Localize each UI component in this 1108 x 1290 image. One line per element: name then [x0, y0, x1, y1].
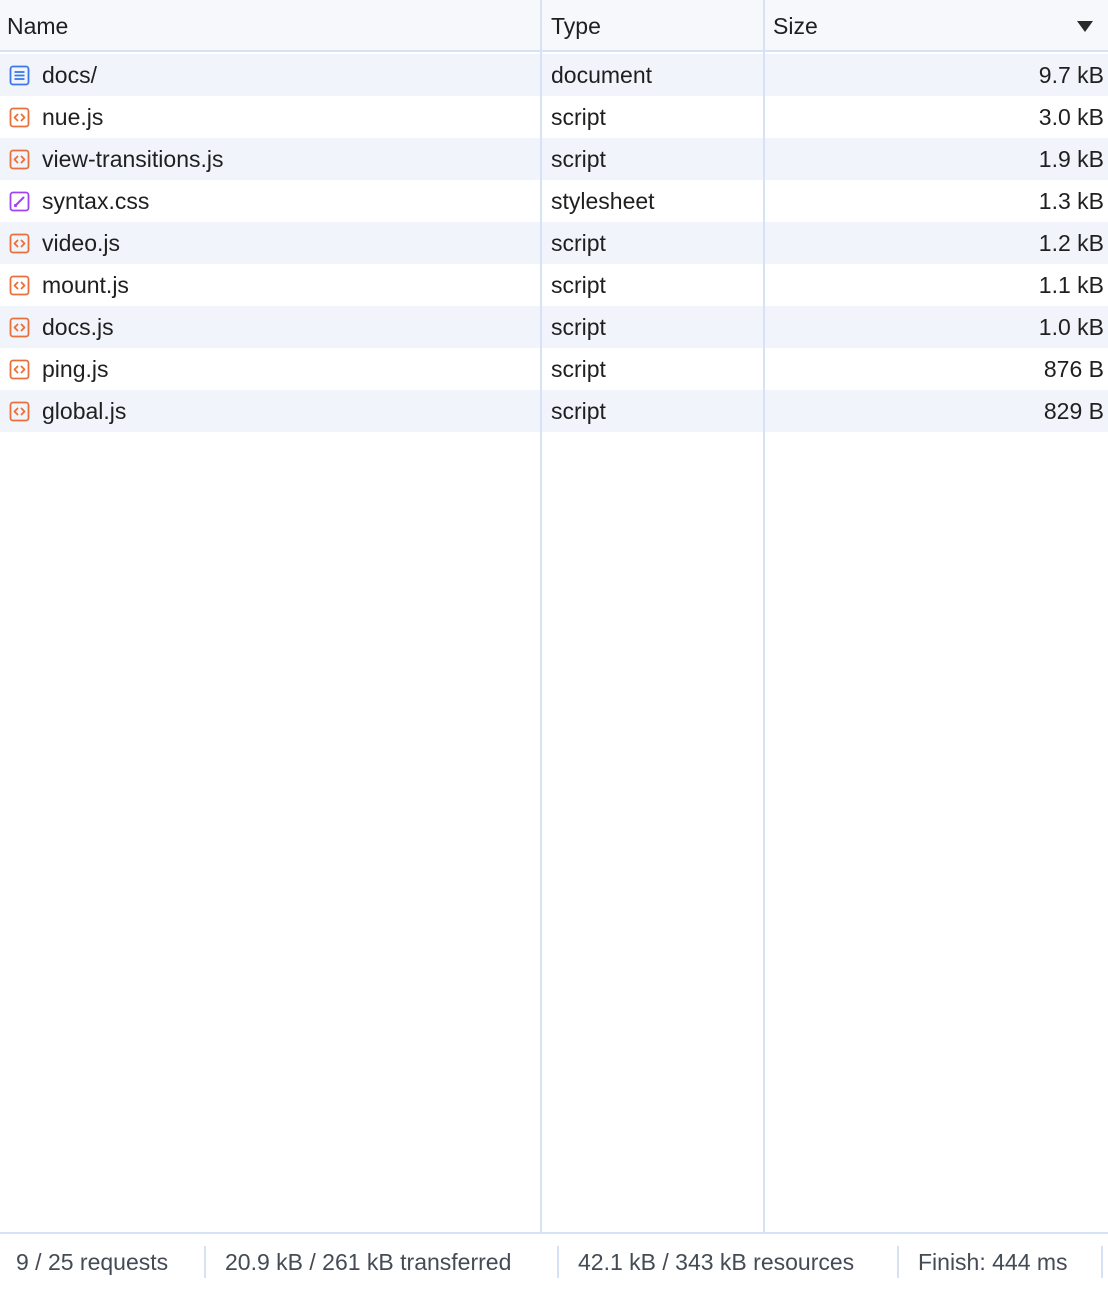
request-type: script: [551, 314, 606, 340]
request-size: 876 B: [1043, 356, 1104, 382]
request-name: nue.js: [42, 104, 104, 130]
document-icon: [9, 65, 30, 86]
stylesheet-icon: [9, 191, 30, 212]
request-name: view-transitions.js: [42, 146, 224, 172]
summary-separator: [557, 1246, 559, 1278]
summary-separator: [1101, 1246, 1103, 1278]
request-row[interactable]: docs/document 9.7 kB: [0, 54, 1108, 96]
request-name: docs/: [42, 62, 97, 88]
table-header: Name Type Size: [0, 0, 1108, 52]
network-panel: Name Type Size docs/document 9.7 kB nue.js…: [0, 0, 1108, 1290]
summary-separator: [204, 1246, 206, 1278]
request-row[interactable]: syntax.css stylesheet 1.3 kB: [0, 180, 1108, 222]
request-size: 829 B: [1043, 398, 1104, 424]
request-size: 1.1 kB: [1038, 272, 1104, 298]
request-row[interactable]: nue.js script 3.0 kB: [0, 96, 1108, 138]
column-header-type[interactable]: Type: [551, 0, 761, 50]
summary-requests: 9 / 25 requests: [16, 1249, 169, 1275]
request-name: mount.js: [42, 272, 129, 298]
column-header-type-label: Type: [551, 13, 601, 39]
request-row[interactable]: mount.js script 1.1 kB: [0, 264, 1108, 306]
column-header-name-label: Name: [7, 13, 69, 39]
request-type: script: [551, 356, 606, 382]
script-icon: [9, 317, 30, 338]
column-divider-name-type[interactable]: [540, 0, 542, 1232]
request-size: 1.0 kB: [1038, 314, 1104, 340]
request-type: stylesheet: [551, 188, 655, 214]
request-type: script: [551, 272, 606, 298]
summary-finish: Finish: 444 ms: [918, 1249, 1068, 1275]
request-name: global.js: [42, 398, 127, 424]
request-row[interactable]: ping.js script 876 B: [0, 348, 1108, 390]
script-icon: [9, 107, 30, 128]
request-size: 3.0 kB: [1038, 104, 1104, 130]
request-row[interactable]: video.js script 1.2 kB: [0, 222, 1108, 264]
column-header-name[interactable]: Name: [7, 0, 537, 50]
script-icon: [9, 401, 30, 422]
summary-bar: 9 / 25 requests 20.9 kB / 261 kB transfe…: [0, 1232, 1108, 1290]
request-type: script: [551, 398, 606, 424]
column-header-size-label: Size: [773, 13, 818, 39]
script-icon: [9, 275, 30, 296]
summary-transferred: 20.9 kB / 261 kB transferred: [225, 1249, 512, 1275]
sort-descending-icon: [1077, 21, 1093, 32]
request-name: ping.js: [42, 356, 109, 382]
column-header-size[interactable]: Size: [773, 0, 1103, 50]
summary-resources: 42.1 kB / 343 kB resources: [578, 1249, 855, 1275]
request-row[interactable]: global.js script 829 B: [0, 390, 1108, 432]
script-icon: [9, 359, 30, 380]
request-type: script: [551, 104, 606, 130]
column-divider-type-size[interactable]: [763, 0, 765, 1232]
request-type: document: [551, 62, 653, 88]
summary-separator: [897, 1246, 899, 1278]
request-size: 1.3 kB: [1038, 188, 1104, 214]
request-type: script: [551, 230, 606, 256]
request-name: syntax.css: [42, 188, 150, 214]
request-list: docs/document 9.7 kB nue.js script 3.0 kB vie…: [0, 54, 1108, 432]
request-size: 1.9 kB: [1038, 146, 1104, 172]
request-size: 1.2 kB: [1038, 230, 1104, 256]
request-name: video.js: [42, 230, 120, 256]
script-icon: [9, 233, 30, 254]
request-row[interactable]: docs.js script 1.0 kB: [0, 306, 1108, 348]
request-size: 9.7 kB: [1038, 62, 1104, 88]
script-icon: [9, 149, 30, 170]
request-row[interactable]: view-transitions.js script 1.9 kB: [0, 138, 1108, 180]
request-type: script: [551, 146, 606, 172]
request-name: docs.js: [42, 314, 114, 340]
